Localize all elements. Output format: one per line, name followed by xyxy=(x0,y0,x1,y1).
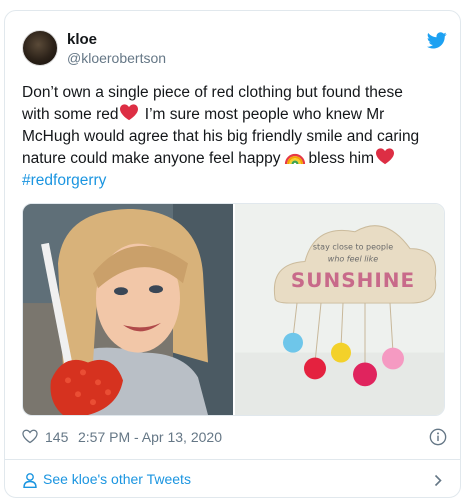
person-icon xyxy=(23,473,37,488)
tweet-line: McHugh would agree that his big friendly… xyxy=(22,128,420,145)
like-count[interactable]: 145 xyxy=(45,427,68,447)
rainbow-emoji xyxy=(284,153,305,165)
hashtag-link[interactable]: #redforgerry xyxy=(22,172,106,189)
tweet-line: #redforgerry xyxy=(22,170,447,192)
tweet-header: kloe @kloerobertson xyxy=(22,30,447,70)
tweet-line: with some red I’m sure most people who k… xyxy=(22,104,447,126)
tweet-card: kloe @kloerobertson Don’t own a single p… xyxy=(4,10,461,498)
info-icon[interactable] xyxy=(429,428,447,446)
tweet-line: Don’t own a single piece of red clothing… xyxy=(22,84,403,101)
tweet-text-span: I’m sure most people who knew Mr xyxy=(140,106,385,123)
tweet-text-span: with some red xyxy=(22,106,119,123)
sign-line-1: stay close to people xyxy=(313,243,393,252)
sunshine-sign-photo[interactable]: stay close to people who feel like SUNSH… xyxy=(235,204,444,415)
red-heart-emoji xyxy=(120,104,139,121)
tweet-text: Don’t own a single piece of red clothing… xyxy=(22,82,447,192)
display-name[interactable]: kloe xyxy=(67,31,166,49)
tweet-text-span: nature could make anyone feel happy xyxy=(22,150,281,167)
tweet-media[interactable]: stay close to people who feel like SUNSH… xyxy=(22,203,445,416)
avatar[interactable] xyxy=(22,30,58,66)
see-other-tweets-link[interactable]: See kloe's other Tweets xyxy=(5,460,460,497)
red-heart-emoji xyxy=(375,148,394,165)
sign-word: SUNSHINE xyxy=(291,269,415,292)
twitter-bird-icon[interactable] xyxy=(427,32,447,49)
author-names[interactable]: kloe @kloerobertson xyxy=(67,31,166,67)
like-heart-icon[interactable] xyxy=(22,429,38,444)
chevron-right-icon[interactable] xyxy=(434,474,442,487)
sign-line-2: who feel like xyxy=(328,254,379,263)
user-handle[interactable]: @kloerobertson xyxy=(67,49,166,67)
tweet-line: nature could make anyone feel happy bles… xyxy=(22,148,447,170)
selfie-photo[interactable] xyxy=(23,204,233,415)
timestamp[interactable]: 2:57 PM - Apr 13, 2020 xyxy=(78,427,222,447)
tweet-meta: 145 2:57 PM - Apr 13, 2020 xyxy=(22,427,447,447)
see-other-tweets-label[interactable]: See kloe's other Tweets xyxy=(43,460,191,497)
tweet-text-span: bless him xyxy=(308,150,374,167)
